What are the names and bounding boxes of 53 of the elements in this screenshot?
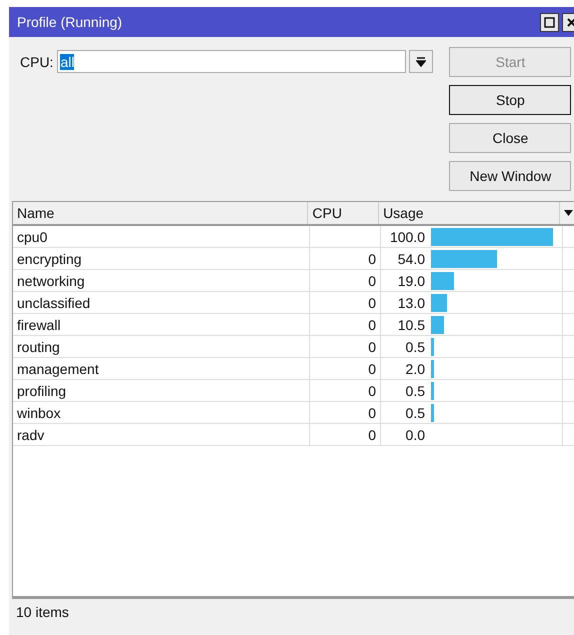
status-text: 10 items: [16, 604, 69, 620]
table-cell: 0: [310, 336, 381, 357]
table-cell: management: [13, 358, 310, 379]
usage-bar: [431, 272, 454, 290]
usage-bar: [431, 404, 434, 422]
usage-bar: [431, 316, 444, 334]
arrow-down-icon: [416, 56, 426, 66]
cpu-field[interactable]: all: [57, 50, 406, 73]
table-cell: 0: [310, 402, 381, 423]
usage-bar: [431, 338, 434, 356]
table-cell: cpu0: [13, 226, 310, 247]
table-cell: encrypting: [13, 248, 310, 269]
table-cell: 0: [310, 292, 381, 313]
close-icon: [566, 16, 574, 28]
table-cell: profiling: [13, 380, 310, 401]
action-button[interactable]: New Window: [449, 161, 572, 191]
table-cell-text: 0.5: [404, 338, 425, 354]
maximize-icon: [544, 16, 555, 28]
usage-bar: [431, 294, 447, 312]
table-cell: 0: [310, 248, 381, 269]
table-cell-text: 13.0: [396, 294, 425, 310]
caret-icon: [564, 210, 574, 216]
table-cell-text: 19.0: [396, 272, 425, 288]
action-button[interactable]: Stop: [449, 85, 572, 115]
table-cell: 0: [310, 380, 381, 401]
table-cell: 0: [310, 270, 381, 291]
table-cell: networking: [13, 270, 310, 291]
dropdown-button[interactable]: [409, 50, 434, 73]
table-cell-text: 0.5: [404, 404, 425, 420]
table-cell-text: 0.0: [404, 426, 425, 442]
column-header[interactable]: Name: [13, 202, 308, 224]
table-cell-text: 100.0: [388, 228, 425, 244]
column-header[interactable]: Usage: [379, 202, 560, 224]
table-cell: 0: [310, 358, 381, 379]
cpu-label: CPU:: [20, 54, 54, 70]
table-cell: unclassified: [13, 292, 310, 313]
usage-bar: [431, 360, 434, 378]
window-title: Profile (Running): [17, 14, 124, 30]
table-cell: 0: [310, 424, 381, 445]
table-cell: firewall: [13, 314, 310, 335]
table-cell: radv: [13, 424, 310, 445]
table-cell-text: 0.5: [404, 382, 425, 398]
usage-bar: [431, 250, 497, 268]
table-cell-text: 2.0: [404, 360, 425, 376]
table-cell: winbox: [13, 402, 310, 423]
column-header[interactable]: CPU: [308, 202, 380, 224]
action-button[interactable]: Close: [449, 123, 572, 153]
table-cell-text: 10.5: [396, 316, 425, 332]
usage-bar: [431, 382, 434, 400]
table-cell-text: 54.0: [396, 250, 425, 266]
table-cell: routing: [13, 336, 310, 357]
maximize-button[interactable]: [540, 12, 559, 32]
table-cell: 0: [310, 314, 381, 335]
